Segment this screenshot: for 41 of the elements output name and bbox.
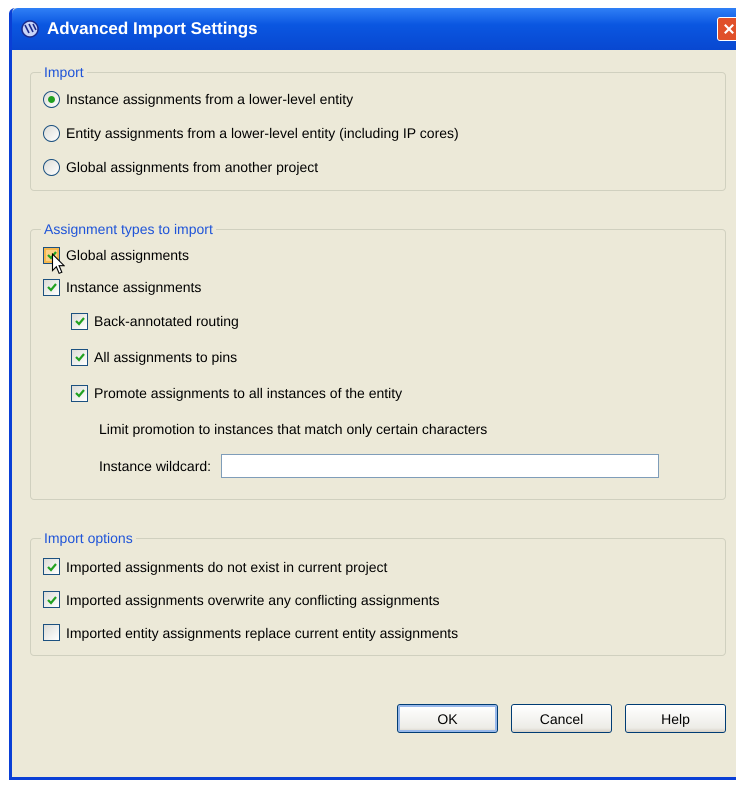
checkbox-label: Imported assignments do not exist in current project [66, 558, 388, 574]
option-label: Global assignments from another project [66, 159, 318, 175]
group-legend: Assignment types to import [41, 221, 216, 237]
checkbox-label: Global assignments [66, 247, 189, 263]
close-icon [722, 22, 736, 36]
checkbox-label: Back-annotated routing [94, 313, 239, 329]
option-label: Instance assignments from a lower-level entity [66, 91, 354, 107]
dialog-button[interactable]: Help [625, 704, 726, 733]
checkbox[interactable] [43, 558, 60, 575]
check-icon [74, 387, 86, 399]
checkbox-label: Imported entity assignments replace current entity assignments [66, 624, 458, 640]
check-icon [46, 594, 58, 606]
field-label: Instance wildcard: [99, 458, 212, 474]
checkbox-label: All assignments to pins [94, 349, 238, 365]
checkbox[interactable] [71, 348, 88, 366]
group-legend: Import [41, 64, 87, 80]
checkbox[interactable] [43, 624, 60, 641]
checkbox-label: Promote assignments to all instances of the entity [94, 385, 402, 401]
check-icon [46, 560, 58, 572]
checkbox[interactable] [71, 312, 88, 330]
check-icon [46, 249, 58, 261]
check-icon [74, 351, 86, 363]
radio-button[interactable] [43, 90, 60, 108]
radio-button[interactable] [43, 158, 60, 176]
checkbox-label: Instance assignments [66, 279, 202, 295]
group-legend: Import options [41, 530, 136, 546]
dialog-button[interactable]: OK [397, 704, 498, 733]
checkbox-label: Imported assignments overwrite any conflicting assignments [66, 592, 440, 608]
hint-text: Limit promotion to instances that match only certain characters [99, 421, 488, 437]
check-icon [74, 315, 86, 327]
option-label: Entity assignments from a lower-level entity (including IP cores) [66, 125, 459, 141]
wildcard-input-field[interactable] [221, 454, 660, 478]
checkbox[interactable] [43, 278, 60, 296]
checkbox[interactable] [71, 384, 88, 402]
window-title: Advanced Import Settings [47, 19, 258, 39]
check-icon [46, 281, 58, 293]
checkbox[interactable] [43, 591, 60, 608]
radio-button[interactable] [43, 124, 60, 142]
close-button[interactable] [717, 17, 736, 41]
app-icon [20, 19, 40, 39]
dialog-button[interactable]: Cancel [511, 704, 612, 733]
